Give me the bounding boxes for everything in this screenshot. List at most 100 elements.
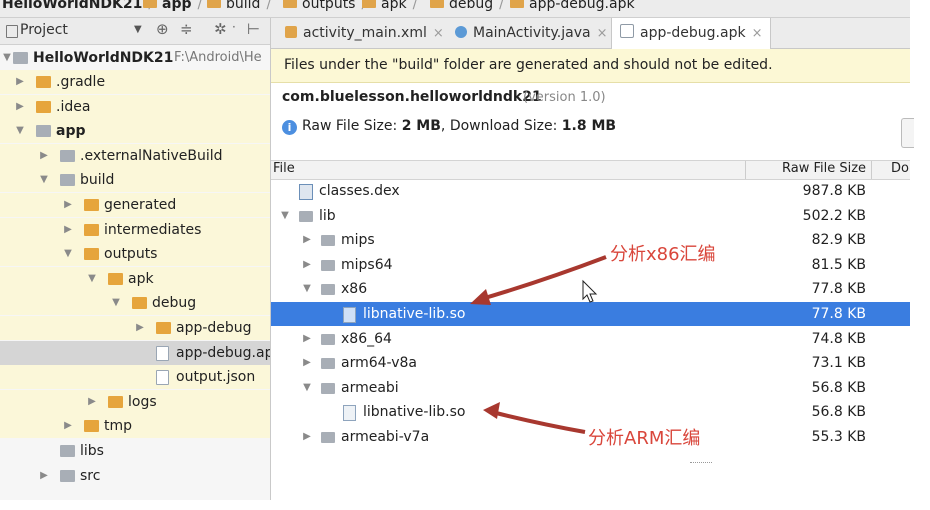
breadcrumb-item[interactable]: HelloWorldNDK21/ <box>2 0 153 12</box>
collapsed-arrow-icon[interactable]: ▶ <box>38 144 50 168</box>
apk-entry-raw-size: 56.8 KB <box>811 404 866 421</box>
breadcrumb-item[interactable]: apk / <box>362 0 417 12</box>
apk-version: (version 1.0) <box>523 90 606 105</box>
apk-entry-row[interactable]: ▶ x86_64 74.8 KB <box>271 327 910 351</box>
tree-item-app-debug[interactable]: ▶ app-debug <box>0 316 270 340</box>
folder-icon <box>60 445 75 457</box>
close-tab-icon[interactable]: × <box>433 26 444 41</box>
collapsed-arrow-icon[interactable]: ▶ <box>62 414 74 438</box>
expanded-arrow-icon[interactable]: ▼ <box>301 376 313 400</box>
tree-item-outputs[interactable]: ▼ outputs <box>0 242 270 267</box>
apk-entry-name: mips <box>341 232 375 249</box>
hide-panel-icon[interactable]: ⊢ <box>247 20 260 38</box>
tree-item-tmp[interactable]: ▶ tmp <box>0 414 270 439</box>
expanded-arrow-icon[interactable]: ▼ <box>38 168 50 192</box>
xml-file-icon <box>285 26 297 38</box>
tree-item-src[interactable]: ▶ src <box>0 464 270 488</box>
column-header-download-size[interactable]: Do <box>891 161 909 176</box>
tree-item-intermediates[interactable]: ▶ intermediates <box>0 217 270 242</box>
apk-entry-row[interactable]: classes.dex 987.8 KB <box>271 179 910 203</box>
tree-item-libs[interactable]: libs <box>0 439 270 463</box>
tree-item-apk[interactable]: ▼ apk <box>0 266 270 291</box>
collapsed-arrow-icon[interactable]: ▶ <box>62 193 74 217</box>
collapsed-arrow-icon[interactable]: ▶ <box>38 464 50 488</box>
tree-item-app[interactable]: ▼ app <box>0 119 270 144</box>
expanded-arrow-icon[interactable]: ▼ <box>62 242 74 266</box>
tree-item-debug[interactable]: ▼ debug <box>0 291 270 316</box>
tree-item-idea[interactable]: ▶ .idea <box>0 94 270 119</box>
apk-entry-row[interactable]: ▶ mips 82.9 KB <box>271 228 910 252</box>
collapsed-arrow-icon[interactable]: ▶ <box>301 327 313 351</box>
tab-app-debug-apk[interactable]: app-debug.apk × <box>611 18 772 49</box>
folder-icon <box>60 174 75 187</box>
tree-item-gradle[interactable]: ▶ .gradle <box>0 70 270 94</box>
collapsed-arrow-icon[interactable]: ▶ <box>301 253 313 277</box>
expanded-arrow-icon[interactable]: ▼ <box>86 267 98 291</box>
collapsed-arrow-icon[interactable]: ▶ <box>301 351 313 375</box>
compare-button[interactable] <box>901 118 914 148</box>
scroll-from-source-icon[interactable]: ⊕ <box>156 20 169 38</box>
settings-gear-icon[interactable]: ✲ <box>214 20 227 38</box>
dex-file-icon <box>299 184 313 200</box>
tree-item-generated[interactable]: ▶ generated <box>0 193 270 217</box>
collapsed-arrow-icon[interactable]: ▶ <box>86 390 98 414</box>
apk-entry-row[interactable]: ▶ arm64-v8a 73.1 KB <box>271 351 910 375</box>
collapsed-arrow-icon[interactable]: ▶ <box>14 70 26 94</box>
apk-entry-raw-size: 56.8 KB <box>811 379 866 396</box>
breadcrumb-item[interactable]: build / <box>207 0 271 12</box>
apk-entry-raw-size: 82.9 KB <box>811 232 866 249</box>
expanded-arrow-icon[interactable]: ▼ <box>301 277 313 301</box>
collapsed-arrow-icon[interactable]: ▶ <box>301 228 313 252</box>
options-dropdown-icon[interactable]: · <box>232 20 236 34</box>
collapse-all-icon[interactable]: ≑ <box>180 20 193 38</box>
column-header-raw-size[interactable]: Raw File Size <box>782 161 866 176</box>
collapsed-arrow-icon[interactable]: ▶ <box>301 425 313 449</box>
column-header-file[interactable]: File <box>273 161 295 176</box>
breadcrumb-label: HelloWorldNDK21 <box>2 0 143 12</box>
breadcrumb-separator: / <box>412 0 418 12</box>
breadcrumb-item[interactable]: app / <box>143 0 202 12</box>
apk-entry-row[interactable]: libnative-lib.so 77.8 KB <box>271 302 910 326</box>
folder-icon <box>143 0 157 8</box>
apk-entry-row[interactable]: libnative-lib.so 56.8 KB <box>271 400 910 424</box>
apk-entry-name: libnative-lib.so <box>363 404 466 421</box>
expanded-arrow-icon[interactable]: ▼ <box>110 291 122 315</box>
horizontal-scrollbar[interactable] <box>271 466 910 500</box>
tab-mainactivity-java[interactable]: MainActivity.java × <box>447 18 615 48</box>
apk-entry-name: libnative-lib.so <box>363 306 466 322</box>
tree-item-build[interactable]: ▼ build <box>0 168 270 193</box>
view-dropdown-icon[interactable]: ▼ <box>134 24 142 35</box>
close-tab-icon[interactable]: × <box>597 26 608 41</box>
expanded-arrow-icon[interactable]: ▼ <box>1 46 13 70</box>
apk-entry-row[interactable]: ▼ lib 502.2 KB <box>271 204 910 228</box>
expanded-arrow-icon[interactable]: ▼ <box>279 204 291 228</box>
column-divider[interactable] <box>745 161 746 179</box>
apk-entry-name: mips64 <box>341 256 393 273</box>
breadcrumb-item[interactable]: app-debug.apk <box>510 0 635 12</box>
tree-item-externalnativebuild[interactable]: ▶ .externalNativeBuild <box>0 143 270 168</box>
apk-entry-row[interactable]: ▼ armeabi 56.8 KB <box>271 376 910 400</box>
breadcrumb-item[interactable]: outputs/ <box>283 0 366 12</box>
tree-item-output-json[interactable]: output.json <box>0 365 270 390</box>
apk-entry-row[interactable]: ▼ x86 77.8 KB <box>271 277 910 301</box>
breadcrumb-item[interactable]: debug / <box>430 0 504 12</box>
project-root-row[interactable]: ▼ HelloWorldNDK21 F:\Android\He <box>0 46 270 70</box>
collapsed-arrow-icon[interactable]: ▶ <box>134 316 146 340</box>
breadcrumb-label: debug <box>449 0 494 12</box>
column-divider[interactable] <box>871 161 872 179</box>
expanded-arrow-icon[interactable]: ▼ <box>14 119 26 143</box>
tree-item-label: .gradle <box>56 74 106 90</box>
collapsed-arrow-icon[interactable]: ▶ <box>14 95 26 119</box>
tree-item-app-debug-ap[interactable]: app-debug.ap <box>0 340 270 365</box>
apk-entry-row[interactable]: ▶ mips64 81.5 KB <box>271 253 910 277</box>
project-view-title[interactable]: Project <box>20 22 68 38</box>
close-tab-icon[interactable]: × <box>752 26 763 41</box>
raw-size-label: Raw File Size: <box>302 118 398 134</box>
scrollbar-grip-icon[interactable] <box>690 462 712 466</box>
download-size-label: Download Size: <box>449 118 558 134</box>
tab-activity-main-xml[interactable]: activity_main.xml × <box>277 18 452 48</box>
project-folder-icon <box>13 52 28 64</box>
tree-item-logs[interactable]: ▶ logs <box>0 389 270 414</box>
collapsed-arrow-icon[interactable]: ▶ <box>62 218 74 242</box>
folder-icon <box>60 469 75 482</box>
